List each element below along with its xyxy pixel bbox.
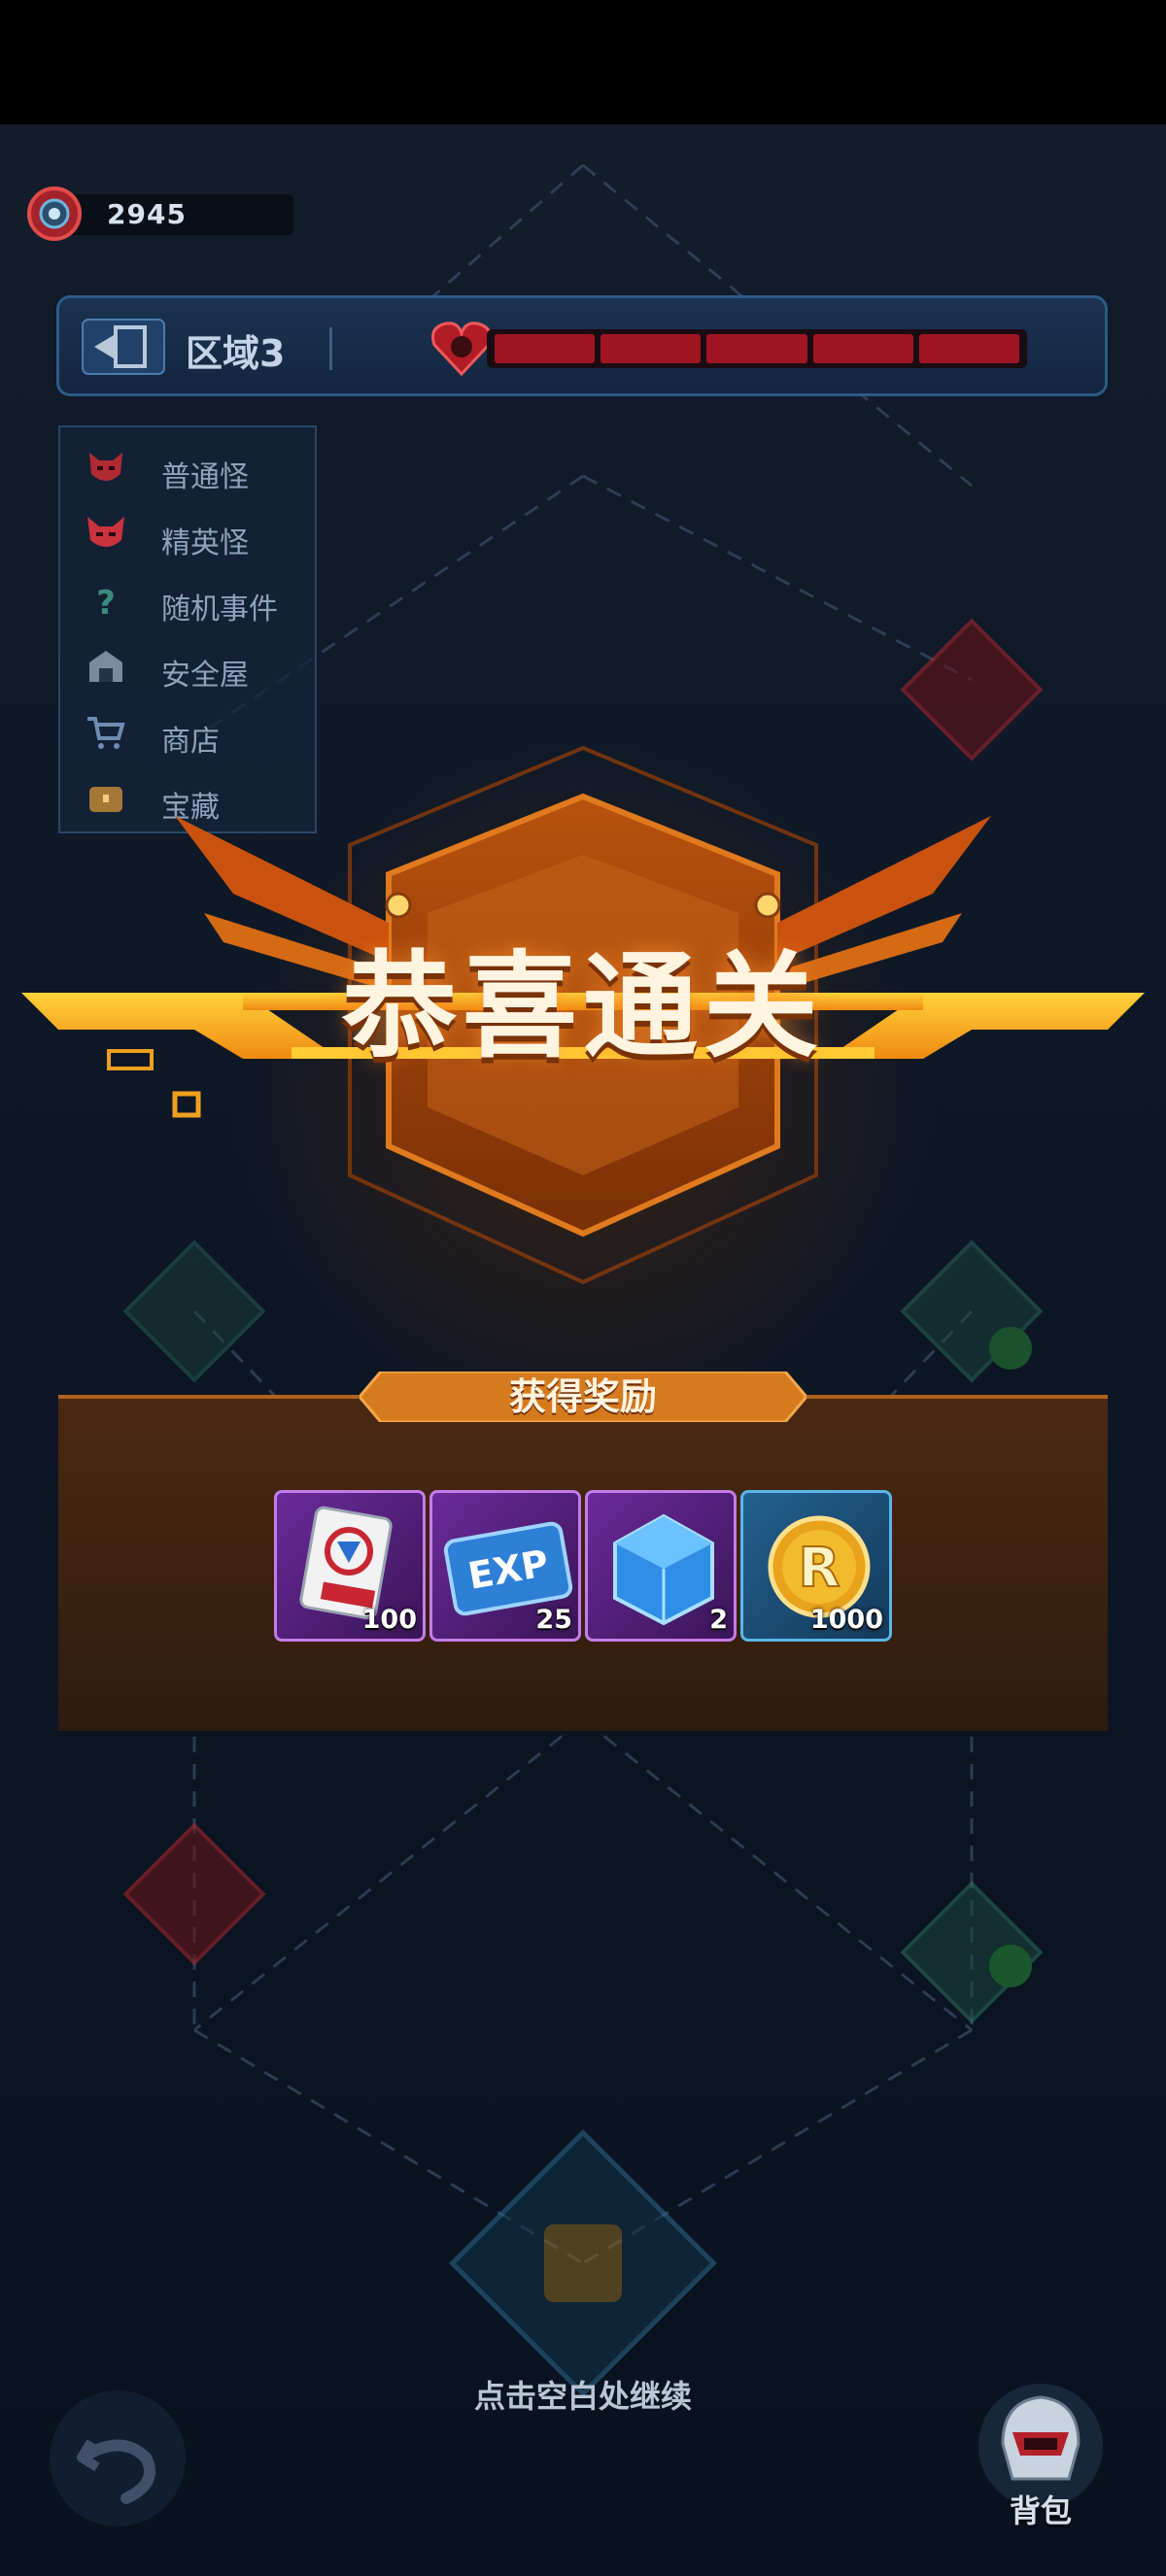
- currency-display: 2945: [21, 181, 293, 247]
- back-button[interactable]: [45, 2386, 190, 2531]
- hp-segment: [600, 334, 702, 363]
- legend-item-elite-monster: 精英怪: [60, 505, 319, 563]
- currency-value: 2945: [107, 198, 187, 230]
- legend-label: 随机事件: [161, 593, 278, 627]
- legend-label: 精英怪: [161, 526, 249, 560]
- reward-item[interactable]: 2: [585, 1490, 737, 1642]
- reward-qty: 2: [709, 1605, 728, 1635]
- legend-item-safehouse: 安全屋: [60, 637, 319, 695]
- question-icon: ?: [96, 584, 116, 620]
- svg-text:?: ?: [96, 584, 116, 620]
- exit-icon[interactable]: [79, 316, 168, 378]
- reward-qty: 25: [535, 1605, 572, 1635]
- safehouse-icon: [89, 651, 122, 682]
- hp-segment: [495, 334, 596, 363]
- reward-items: 100 EXP 25 2 R 1000: [274, 1490, 896, 1642]
- map-node-question-right-low: [900, 1881, 1044, 2024]
- legend-item-random-event: ? 随机事件: [60, 571, 319, 629]
- boss-heart-icon: [431, 322, 492, 377]
- map-node-demon-left: [122, 1822, 266, 1966]
- zone-header: 区域3: [56, 295, 1108, 396]
- victory-banner: 恭喜通关: [0, 738, 1166, 1292]
- bag-label: 背包: [1009, 2492, 1072, 2529]
- legend-label: 安全屋: [161, 659, 249, 693]
- gear-icon: [27, 186, 82, 241]
- svg-text:R: R: [798, 1537, 840, 1600]
- demon-mask-icon: [89, 453, 122, 481]
- map-node-start: [449, 2129, 717, 2397]
- legend-item-normal-monster: 普通怪: [60, 439, 319, 497]
- elite-demon-icon: [87, 517, 124, 547]
- hp-segment: [706, 334, 807, 363]
- reward-qty: 100: [361, 1605, 417, 1635]
- boss-hp-bar: [487, 329, 1027, 368]
- zone-divider: [329, 327, 332, 370]
- reward-item[interactable]: EXP 25: [429, 1490, 581, 1642]
- reward-item[interactable]: 100: [274, 1490, 426, 1642]
- hp-segment: [918, 334, 1020, 363]
- reward-item[interactable]: R 1000: [740, 1490, 892, 1642]
- reward-title: 获得奖励: [508, 1375, 657, 1418]
- hp-segment: [812, 334, 913, 363]
- legend-label: 普通怪: [161, 460, 249, 494]
- zone-name: 区域3: [186, 332, 286, 375]
- victory-title: 恭喜通关: [341, 939, 824, 1073]
- reward-qty: 1000: [809, 1605, 883, 1635]
